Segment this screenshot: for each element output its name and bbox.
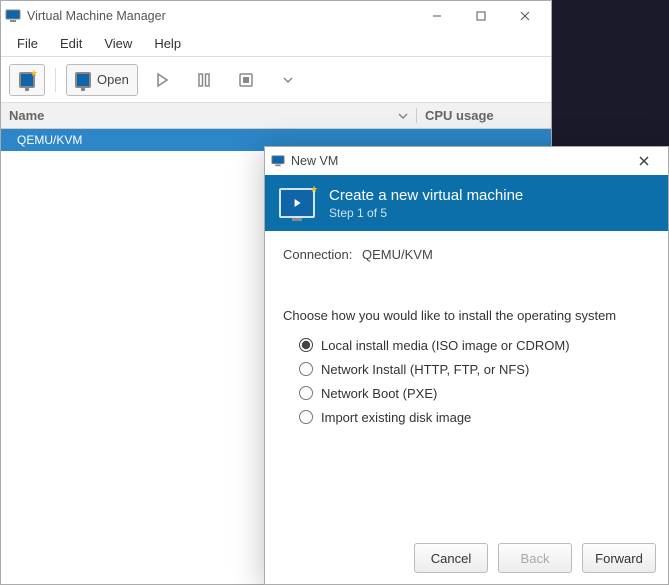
vmm-toolbar: Open [1, 57, 551, 103]
connection-value: QEMU/KVM [362, 247, 433, 262]
vmm-menubar: File Edit View Help [1, 31, 551, 57]
vmm-column-headers: Name CPU usage [1, 103, 551, 129]
forward-button[interactable]: Forward [582, 543, 656, 573]
new-vm-button[interactable] [9, 64, 45, 96]
run-button[interactable] [144, 64, 180, 96]
col-name[interactable]: Name [1, 108, 416, 123]
vmm-app-icon [5, 8, 21, 24]
radio-network-boot[interactable]: Network Boot (PXE) [299, 381, 650, 405]
radio-import-disk-input[interactable] [299, 410, 313, 424]
menu-help[interactable]: Help [144, 33, 191, 54]
col-cpu-label: CPU usage [425, 108, 494, 123]
radio-local-media[interactable]: Local install media (ISO image or CDROM) [299, 333, 650, 357]
radio-import-disk[interactable]: Import existing disk image [299, 405, 650, 429]
shutdown-button[interactable] [228, 64, 264, 96]
open-vm-button[interactable]: Open [66, 64, 138, 96]
back-button[interactable]: Back [498, 543, 572, 573]
install-prompt: Choose how you would like to install the… [283, 308, 650, 323]
maximize-button[interactable] [459, 2, 503, 30]
open-button-label: Open [97, 72, 129, 87]
install-options: Local install media (ISO image or CDROM)… [283, 333, 650, 429]
new-vm-step-label: Step 1 of 5 [329, 206, 523, 220]
menu-view[interactable]: View [94, 33, 142, 54]
new-vm-content: Connection: QEMU/KVM Choose how you woul… [265, 231, 668, 532]
list-row-label: QEMU/KVM [17, 133, 82, 147]
radio-network-install[interactable]: Network Install (HTTP, FTP, or NFS) [299, 357, 650, 381]
vmm-title-text: Virtual Machine Manager [27, 9, 415, 23]
new-vm-banner-text: Create a new virtual machine Step 1 of 5 [329, 187, 523, 220]
connection-label: Connection: [283, 247, 352, 262]
menu-edit[interactable]: Edit [50, 33, 92, 54]
new-vm-banner-icon [279, 188, 315, 218]
close-button[interactable] [503, 2, 547, 30]
new-vm-footer: Cancel Back Forward [265, 532, 668, 584]
shutdown-menu-icon[interactable] [270, 64, 306, 96]
col-cpu[interactable]: CPU usage [416, 108, 551, 123]
pause-button[interactable] [186, 64, 222, 96]
new-vm-titlebar: New VM [265, 147, 668, 175]
radio-network-install-input[interactable] [299, 362, 313, 376]
new-vm-banner: Create a new virtual machine Step 1 of 5 [265, 175, 668, 231]
radio-network-install-label: Network Install (HTTP, FTP, or NFS) [321, 362, 529, 377]
new-vm-titlebar-icon [271, 154, 285, 168]
vmm-titlebar: Virtual Machine Manager [1, 1, 551, 31]
new-vm-banner-title: Create a new virtual machine [329, 187, 523, 204]
radio-import-disk-label: Import existing disk image [321, 410, 471, 425]
cancel-button[interactable]: Cancel [414, 543, 488, 573]
minimize-button[interactable] [415, 2, 459, 30]
new-vm-dialog: New VM Create a new virtual machine Step… [264, 146, 669, 585]
radio-local-media-input[interactable] [299, 338, 313, 352]
radio-network-boot-label: Network Boot (PXE) [321, 386, 437, 401]
menu-file[interactable]: File [7, 33, 48, 54]
radio-network-boot-input[interactable] [299, 386, 313, 400]
dialog-close-button[interactable] [626, 148, 662, 174]
col-name-label: Name [9, 108, 44, 123]
sort-indicator-icon [398, 111, 408, 121]
new-vm-title-text: New VM [291, 154, 626, 168]
connection-row: Connection: QEMU/KVM [283, 247, 650, 262]
radio-local-media-label: Local install media (ISO image or CDROM) [321, 338, 570, 353]
toolbar-separator [55, 68, 56, 92]
